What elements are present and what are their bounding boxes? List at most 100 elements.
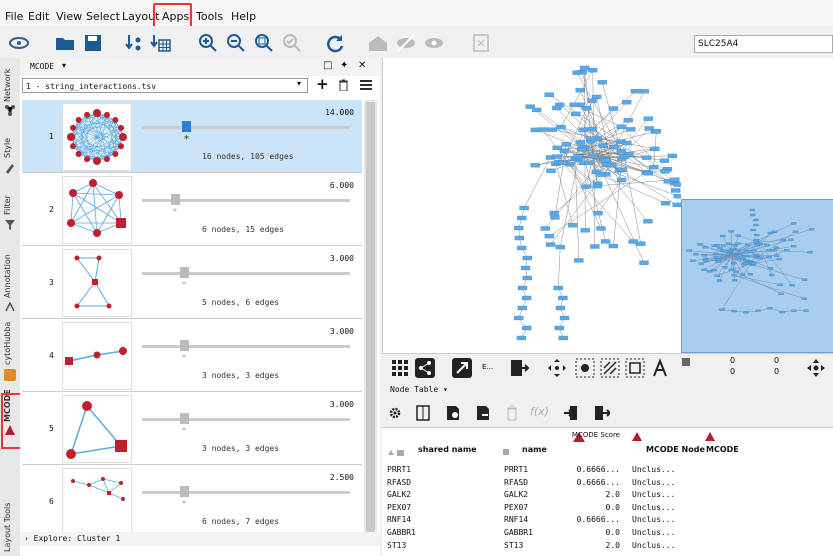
search-input[interactable]: SLC25A4 [694,35,833,53]
network-node[interactable] [739,273,746,276]
network-node[interactable] [754,243,760,247]
menu-help[interactable]: Help [231,10,256,23]
network-node[interactable] [521,295,532,301]
tab-cytohubba[interactable]: cytoHubba [0,322,20,388]
col-mcode-score[interactable]: MCODE Score [568,431,620,439]
network-node[interactable] [728,230,734,233]
network-node[interactable] [735,248,741,251]
network-node[interactable] [517,285,528,291]
add-column-icon[interactable] [446,405,460,421]
network-node[interactable] [734,257,740,260]
network-node[interactable] [643,219,653,224]
menu-select[interactable]: Select [86,10,120,23]
panel-pin-icon[interactable]: ✦ [340,60,348,71]
cluster-thumbnail[interactable] [62,395,132,463]
cluster-thumbnail[interactable] [62,322,132,390]
network-node[interactable] [554,325,564,331]
network-node[interactable] [639,260,649,265]
network-node[interactable] [617,167,628,172]
node-score-cutoff-slider[interactable]: * [142,121,350,145]
network-node[interactable] [747,273,753,276]
save-icon[interactable] [82,32,104,54]
network-node[interactable] [626,127,636,132]
network-node[interactable] [731,274,737,277]
network-node[interactable] [630,89,641,94]
slider-knob[interactable] [182,121,191,132]
network-node[interactable] [750,213,756,217]
network-node[interactable] [561,142,571,147]
network-node[interactable] [707,270,713,273]
network-node[interactable] [590,244,600,249]
more-tools-ellipsis[interactable]: E... [482,363,493,371]
network-node[interactable] [517,305,528,311]
tab-filter[interactable]: Filter [0,183,20,243]
network-node[interactable] [552,105,562,111]
network-node[interactable] [559,315,570,321]
import-table-file-icon[interactable] [564,405,580,421]
cluster-list-scrollbar[interactable] [364,100,377,540]
network-node[interactable] [773,246,780,249]
network-node[interactable] [717,247,723,250]
network-export-icon[interactable] [470,32,492,54]
network-node[interactable] [791,222,797,225]
import-network-icon[interactable] [124,32,146,54]
network-edge[interactable] [734,275,781,286]
network-node[interactable] [742,262,749,265]
network-node[interactable] [578,127,588,132]
hide-icon[interactable] [395,32,417,54]
network-node[interactable] [744,243,751,247]
network-edge[interactable] [621,118,649,152]
network-node[interactable] [530,163,540,168]
col-name[interactable]: name [522,445,547,454]
panel-close-icon[interactable]: ✕ [358,60,366,71]
cluster-row[interactable]: 4 3.000 * 3 nodes, 3 edges [22,319,362,392]
network-node[interactable] [735,242,741,245]
network-node[interactable] [770,249,776,252]
network-node[interactable] [598,143,608,148]
network-node[interactable] [609,144,619,150]
grid-view-icon[interactable] [390,358,410,378]
network-node[interactable] [777,283,783,286]
col-cluster[interactable]: MCODE Cluster [706,445,740,454]
network-node[interactable] [737,254,743,257]
network-node[interactable] [754,233,760,237]
add-analysis-icon[interactable]: + [316,75,329,93]
network-node[interactable] [789,284,795,287]
network-node[interactable] [740,257,746,260]
cluster-row[interactable]: 2 6.000 * 6 nodes, 15 edges [22,173,362,246]
col-shared-name[interactable]: shared name [418,445,477,454]
network-node[interactable] [516,335,527,341]
menu-view[interactable]: View [56,10,82,23]
table-row[interactable]: GABBR1 GABBR1 0.0 Unclus... [382,528,833,540]
select-edges-icon[interactable] [600,358,620,378]
node-score-cutoff-slider[interactable]: * [142,340,350,362]
network-node[interactable] [784,249,790,252]
navigate-icon[interactable] [806,358,826,378]
network-canvas[interactable] [382,58,833,353]
network-node[interactable] [584,160,594,166]
network-selector-arrow-icon[interactable]: ▾ [297,79,301,88]
network-node[interactable] [769,273,775,277]
network-node[interactable] [716,260,722,263]
network-node[interactable] [576,147,587,152]
network-node[interactable] [711,268,717,272]
network-edge[interactable] [731,269,782,295]
network-node[interactable] [558,160,568,165]
network-node[interactable] [643,116,653,121]
panel-menu-arrow-icon[interactable]: ▾ [62,61,66,70]
network-node[interactable] [559,148,570,154]
network-node[interactable] [623,118,633,123]
node-score-cutoff-slider[interactable]: * [142,413,350,435]
network-node[interactable] [749,208,756,212]
scrollbar-thumb[interactable] [366,102,375,532]
slider-knob[interactable] [180,413,189,424]
network-node[interactable] [601,162,611,167]
network-node[interactable] [588,153,598,159]
network-node[interactable] [778,292,784,295]
network-node[interactable] [670,177,680,182]
network-node[interactable] [555,244,565,250]
network-overview-panel[interactable] [681,199,833,353]
network-node[interactable] [767,231,773,235]
expand-icon[interactable] [452,358,472,378]
network-node[interactable] [517,215,527,221]
